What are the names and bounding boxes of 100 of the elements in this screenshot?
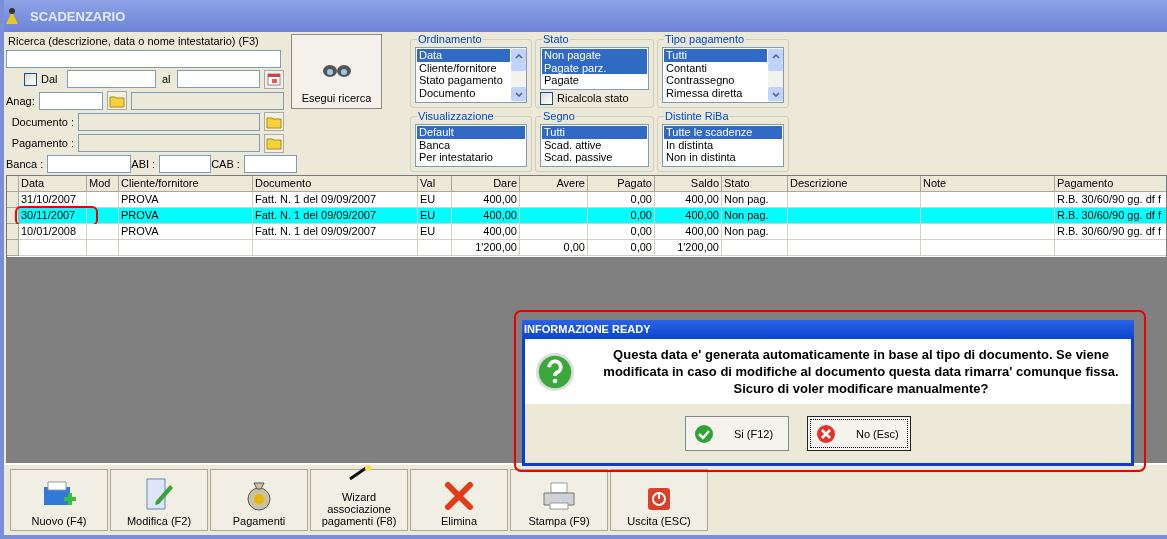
list-item[interactable]: Scad. passive [542, 151, 647, 164]
document-pencil-icon [144, 477, 174, 511]
calendar-icon [266, 72, 281, 87]
input-field[interactable] [130, 91, 284, 110]
printer-icon [542, 481, 576, 511]
toolbar-button[interactable]: Nuovo (F4) [10, 469, 108, 531]
table-row[interactable]: 30/11/2007 PROVA Fatt. N. 1 del 09/09/2007 EU 400,00 0,00 400,00 Non pag. R.B. 30/60/90 gg. df f [7, 208, 1166, 224]
checkbox[interactable] [540, 91, 553, 105]
table-row[interactable]: 31/10/2007 PROVA Fatt. N. 1 del 09/09/2007 EU 400,00 0,00 400,00 Non pag. R.B. 30/60/90 gg. df f [7, 192, 1166, 208]
bank-label: Banca : [6, 158, 45, 171]
list-box[interactable]: Tutti Scad. attive Scad. passive [540, 124, 649, 167]
search-button[interactable]: Esegui ricerca [291, 34, 382, 109]
document-label: Documento : [10, 115, 75, 128]
list-item[interactable]: Documento [417, 86, 510, 100]
column-header[interactable]: Saldo [655, 176, 722, 192]
input-field[interactable] [243, 155, 297, 174]
input-field[interactable] [47, 155, 132, 174]
abi-label: ABI : [131, 158, 157, 171]
list-item[interactable]: Tutte le scadenze [664, 126, 782, 139]
folder-button[interactable] [264, 133, 284, 153]
list-item[interactable]: Contanti [664, 61, 767, 75]
to-label: al [162, 73, 171, 86]
list-item[interactable]: Rimessa diretta [664, 86, 767, 100]
search-field[interactable] [6, 49, 281, 68]
folder-icon [266, 136, 282, 151]
list-item[interactable]: Scad. attive [542, 138, 647, 152]
table-cell [722, 240, 788, 256]
list-item[interactable]: Default [417, 126, 525, 139]
power-icon [647, 487, 671, 511]
scrollbar[interactable] [511, 48, 526, 102]
table-cell: 0,00 [588, 240, 655, 256]
list-item[interactable]: Banca [417, 138, 525, 152]
list-item[interactable]: Tutti [664, 49, 767, 62]
close-icon [816, 423, 836, 444]
list-item[interactable]: Pagate [542, 74, 647, 87]
anag-label: Anag: [6, 94, 35, 107]
column-header[interactable]: Mod [87, 176, 119, 192]
column-header[interactable]: Stato [722, 176, 788, 192]
list-item[interactable]: Tutti [542, 126, 647, 139]
folder-button[interactable] [106, 91, 127, 110]
list-box[interactable]: Non pagate Pagate parz. Pagate [540, 47, 649, 90]
list-item[interactable]: Non in distinta [664, 151, 782, 164]
list-item[interactable]: Per intestatario [417, 151, 525, 164]
input-field[interactable] [176, 70, 260, 89]
cab-label: CAB : [211, 158, 241, 171]
list-box[interactable]: Default Banca Per intestatario [415, 124, 527, 167]
column-header[interactable]: Pagamento [1055, 176, 1166, 192]
row-header[interactable] [7, 176, 19, 192]
toolbar-button[interactable]: Elimina [410, 469, 508, 531]
list-item[interactable]: Stato pagamento [417, 74, 510, 87]
folder-button[interactable] [264, 112, 284, 132]
from-label: Dal [41, 73, 59, 86]
money-bag-icon [244, 479, 274, 511]
group-title: Stato [542, 33, 570, 45]
row-header[interactable] [7, 240, 19, 256]
column-header[interactable]: Dare [452, 176, 520, 192]
table-row[interactable]: 1'200,00 0,00 0,00 1'200,00 [7, 240, 1166, 256]
calendar-button[interactable] [263, 69, 284, 89]
group-title: Ordinamento [417, 33, 483, 45]
folder-icon [108, 93, 125, 108]
column-header[interactable]: Val [418, 176, 452, 192]
list-box[interactable]: Data Cliente/fornitore Stato pagamento Documento [415, 47, 527, 103]
input-field[interactable] [78, 134, 260, 153]
input-field[interactable] [78, 112, 260, 131]
search-label: Ricerca (descrizione, data o nome intestatario) (F3) [8, 35, 260, 48]
column-header[interactable]: Descrizione [788, 176, 921, 192]
list-item[interactable]: Data [417, 49, 510, 62]
toolbar-button[interactable]: Pagamenti [210, 469, 308, 531]
list-item[interactable]: Non pagate [542, 49, 647, 62]
checkbox[interactable] [24, 72, 37, 86]
toolbar-button[interactable]: Uscita (ESC) [610, 469, 708, 531]
column-header[interactable]: Data [19, 176, 87, 192]
column-header[interactable]: Avere [520, 176, 588, 192]
column-header[interactable]: Note [921, 176, 1055, 192]
payment-label: Pagamento : [10, 137, 75, 150]
toolbar-button[interactable]: Modifica (F2) [110, 469, 208, 531]
group-title: Distinte RiBa [664, 110, 730, 122]
column-header[interactable]: Documento [253, 176, 418, 192]
scrollbar[interactable] [768, 48, 783, 102]
list-box[interactable]: Tutti Contanti Contrassegno Rimessa diretta [662, 47, 784, 103]
column-header[interactable]: Cliente/fornitore [119, 176, 253, 192]
no-button[interactable]: No (Esc) [807, 416, 911, 451]
folder-icon [266, 114, 282, 129]
window-title: SCADENZARIO [30, 8, 126, 24]
input-field[interactable] [67, 70, 156, 89]
list-box[interactable]: Tutte le scadenze In distinta Non in distinta [662, 124, 784, 167]
list-item[interactable]: In distinta [664, 138, 782, 152]
input-field[interactable] [38, 91, 103, 110]
input-field[interactable] [159, 155, 212, 174]
list-item[interactable]: Contrassegno [664, 74, 767, 87]
table-cell [87, 240, 119, 256]
yes-button[interactable]: Si (F12) [685, 416, 789, 451]
list-item[interactable]: Cliente/fornitore [417, 61, 510, 75]
toolbar-button[interactable]: Stampa (F9) [510, 469, 608, 531]
column-header[interactable]: Pagato [588, 176, 655, 192]
row-header[interactable] [7, 208, 19, 224]
row-header[interactable] [7, 224, 19, 240]
row-header[interactable] [7, 192, 19, 208]
table-row[interactable]: 10/01/2008 PROVA Fatt. N. 1 del 09/09/2007 EU 400,00 0,00 400,00 Non pag. R.B. 30/60/90 gg. df f [7, 224, 1166, 240]
table-cell [418, 240, 452, 256]
